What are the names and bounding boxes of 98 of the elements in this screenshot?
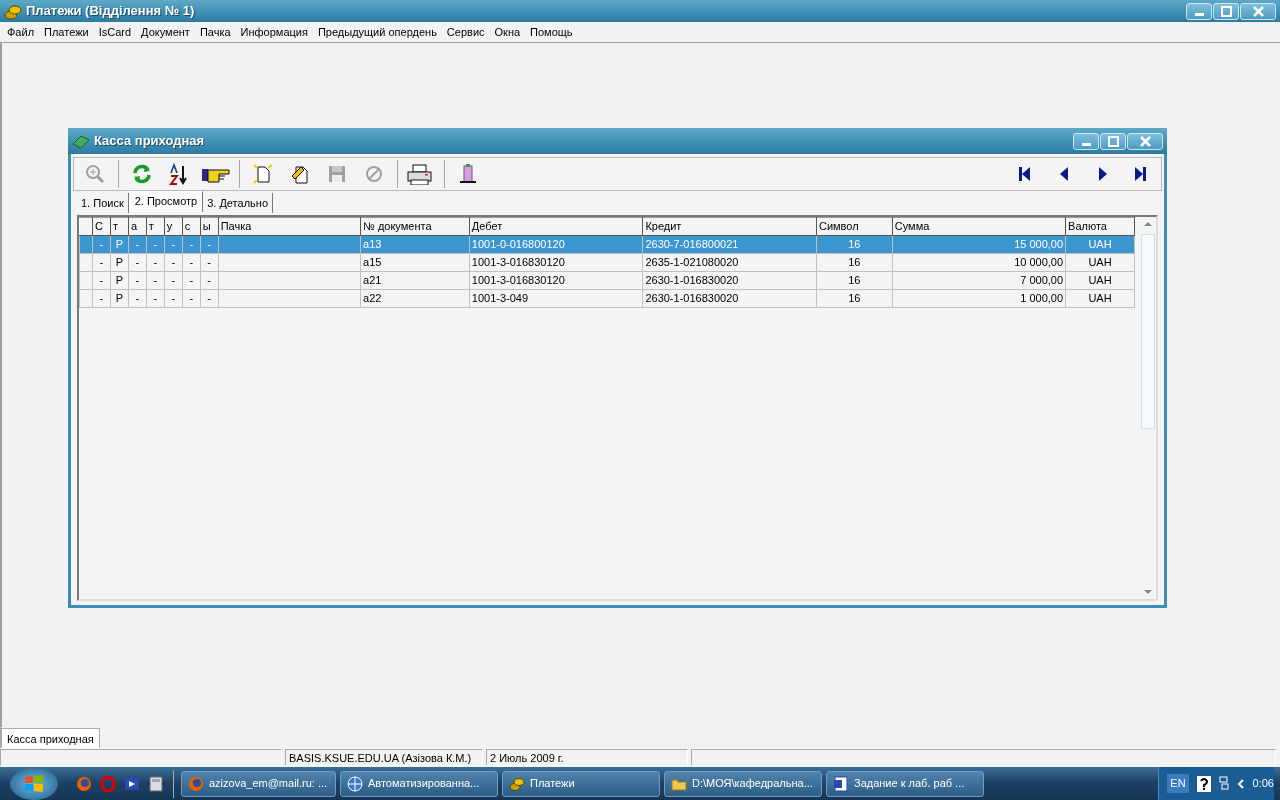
table-cell: UAH bbox=[1065, 271, 1135, 289]
table-cell: - bbox=[146, 271, 165, 289]
status-text: 2 Июль 2009 г. bbox=[486, 749, 688, 766]
clock: 0:06 bbox=[1252, 776, 1274, 792]
close-button[interactable] bbox=[1127, 132, 1163, 150]
table-cell: 10 000,00 bbox=[892, 253, 1066, 271]
table-cell: - bbox=[92, 289, 111, 307]
column-header[interactable]: Сумма bbox=[892, 217, 1066, 235]
refresh-icon bbox=[131, 163, 153, 185]
four-color-flag-icon bbox=[23, 772, 45, 795]
minimize-button[interactable] bbox=[1073, 132, 1099, 150]
start-button[interactable] bbox=[10, 767, 58, 800]
menu-item[interactable]: IsCard bbox=[93, 23, 137, 41]
table-cell: - bbox=[164, 253, 183, 271]
maximize-button[interactable] bbox=[1213, 2, 1239, 20]
save-icon bbox=[326, 163, 348, 185]
coins-icon bbox=[509, 775, 525, 792]
menu-item[interactable]: Помощь bbox=[525, 23, 578, 41]
table-cell: 1001-3-049 bbox=[469, 289, 643, 307]
menu-item[interactable]: Предыдущий опердень bbox=[312, 23, 442, 41]
window-tab[interactable]: Касса приходная bbox=[1, 728, 100, 748]
table-cell: - bbox=[182, 253, 201, 271]
sort-icon bbox=[168, 163, 190, 185]
column-header[interactable]: Символ bbox=[816, 217, 893, 235]
table-cell: - bbox=[128, 289, 147, 307]
maximize-icon bbox=[1220, 5, 1232, 17]
table-cell: - bbox=[164, 289, 183, 307]
column-header[interactable]: Пачка bbox=[218, 217, 361, 235]
table-cell: 2630-1-016830020 bbox=[642, 289, 817, 307]
table-cell: a15 bbox=[360, 253, 470, 271]
window-title: Касса приходная bbox=[94, 132, 205, 151]
chevron-left-icon[interactable] bbox=[1236, 778, 1245, 789]
column-header[interactable]: Валюта bbox=[1065, 217, 1135, 235]
minimize-icon bbox=[1081, 143, 1091, 146]
table-cell: - bbox=[146, 253, 165, 271]
table-cell: 16 bbox=[816, 271, 893, 289]
menu-item[interactable]: Информация bbox=[235, 23, 313, 41]
menu-item[interactable]: Сервис bbox=[441, 23, 490, 41]
table-cell: - bbox=[200, 253, 219, 271]
table-cell: Р bbox=[110, 289, 129, 307]
taskbar-button[interactable]: Платежи bbox=[502, 770, 660, 797]
table-cell: UAH bbox=[1065, 253, 1135, 271]
menu-item[interactable]: Платежи bbox=[39, 23, 94, 41]
table-cell: 7 000,00 bbox=[892, 271, 1066, 289]
maximize-button[interactable] bbox=[1100, 132, 1126, 150]
table-cell: - bbox=[200, 289, 219, 307]
taskbar-button[interactable]: Автоматизированна... bbox=[340, 770, 498, 797]
table-cell: 2630-1-016830020 bbox=[642, 271, 817, 289]
menu-item[interactable]: Документ bbox=[136, 23, 195, 41]
table-cell: a21 bbox=[360, 271, 470, 289]
close-icon bbox=[1252, 5, 1264, 17]
network-icon[interactable] bbox=[1218, 775, 1229, 792]
table-cell: - bbox=[92, 253, 111, 271]
menu-item[interactable]: Файл bbox=[2, 23, 40, 41]
table-cell: UAH bbox=[1065, 289, 1135, 307]
table-cell: a22 bbox=[360, 289, 470, 307]
cancel-icon bbox=[363, 163, 385, 185]
table-cell: 16 bbox=[816, 289, 893, 307]
column-header[interactable]: Дебет bbox=[469, 217, 643, 235]
table-cell: 1 000,00 bbox=[892, 289, 1066, 307]
new-document-icon bbox=[252, 163, 274, 185]
status-text: BASIS.KSUE.EDU.UA (Азізова К.М.) bbox=[285, 749, 483, 766]
language-indicator[interactable]: EN bbox=[1167, 774, 1189, 793]
table-cell: 1001-3-016830120 bbox=[469, 253, 643, 271]
table-cell: Р bbox=[110, 271, 129, 289]
table-cell: - bbox=[182, 289, 201, 307]
table-cell: - bbox=[128, 253, 147, 271]
window-title: Платежи (Відділення № 1) bbox=[26, 2, 195, 21]
table-cell: - bbox=[164, 271, 183, 289]
taskbar-button[interactable]: azizova_em@mail.ru: ... bbox=[181, 770, 336, 797]
banknote-icon bbox=[72, 133, 90, 150]
menu-item[interactable]: Пачка bbox=[194, 23, 236, 41]
minimize-button[interactable] bbox=[1186, 2, 1212, 20]
table-cell: - bbox=[92, 271, 111, 289]
column-header[interactable]: № документа bbox=[360, 217, 470, 235]
table-cell: - bbox=[182, 271, 201, 289]
maximize-icon bbox=[1107, 135, 1119, 147]
table-cell: - bbox=[146, 289, 165, 307]
edit-document-icon bbox=[289, 163, 311, 185]
close-button[interactable] bbox=[1240, 2, 1276, 20]
menu-item[interactable]: Окна bbox=[489, 23, 526, 41]
calculator-icon bbox=[148, 775, 164, 792]
table-cell: 2635-1-021080020 bbox=[642, 253, 817, 271]
table-cell: Р bbox=[110, 253, 129, 271]
help-icon[interactable] bbox=[1196, 775, 1211, 792]
table-cell: 1001-3-016830120 bbox=[469, 271, 643, 289]
table-cell: - bbox=[128, 271, 147, 289]
zoom-icon bbox=[84, 163, 106, 185]
taskbar-button[interactable]: D:\МОЯ\кафедральна... bbox=[664, 770, 822, 797]
minimize-icon bbox=[1194, 13, 1204, 16]
column-header[interactable]: Кредит bbox=[642, 217, 817, 235]
taskbar-button[interactable]: Задание к лаб. раб ... bbox=[826, 770, 984, 797]
globe-icon bbox=[347, 775, 363, 792]
media-player-icon bbox=[124, 775, 140, 792]
table-cell: 16 bbox=[816, 253, 893, 271]
table-cell: - bbox=[200, 271, 219, 289]
close-icon bbox=[1139, 135, 1151, 147]
coins-icon bbox=[4, 3, 22, 20]
